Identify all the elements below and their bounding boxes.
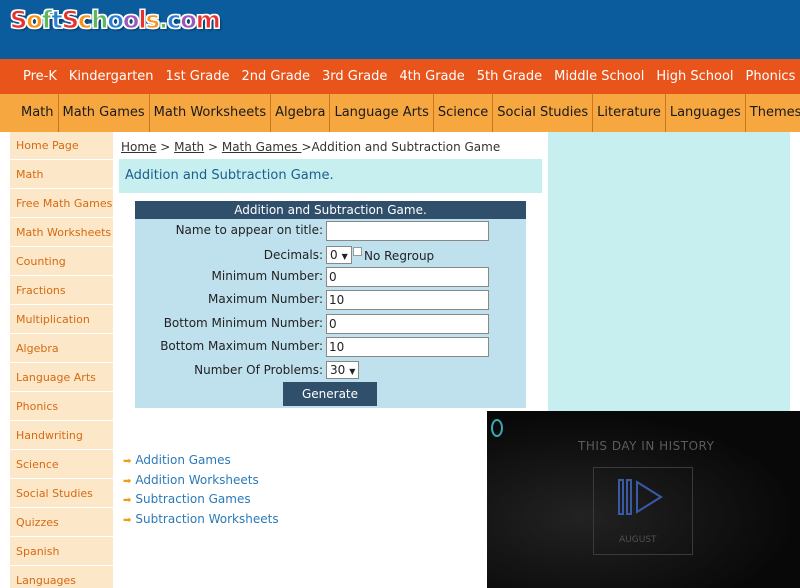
grade-nav-2nd-grade[interactable]: 2nd Grade <box>241 59 310 94</box>
link-addition-worksheets[interactable]: ➡ Addition Worksheets <box>123 471 279 491</box>
sidebar-item-handwriting[interactable]: Handwriting <box>10 422 113 450</box>
max-number-label: Maximum Number: <box>208 292 323 306</box>
subject-nav-math-games[interactable]: Math Games <box>57 94 149 132</box>
breadcrumb-math[interactable]: Math <box>174 140 204 154</box>
grade-nav-5th-grade[interactable]: 5th Grade <box>477 59 542 94</box>
grade-nav-high-school[interactable]: High School <box>656 59 733 94</box>
name-input[interactable] <box>326 221 489 241</box>
sidebar-item-science[interactable]: Science <box>10 451 113 479</box>
grade-nav-1st-grade[interactable]: 1st Grade <box>166 59 230 94</box>
subject-nav-math[interactable]: Math <box>0 94 58 132</box>
grade-nav-3rd-grade[interactable]: 3rd Grade <box>322 59 387 94</box>
subject-nav-language-arts[interactable]: Language Arts <box>329 94 432 132</box>
arrow-right-icon: ➡ <box>123 514 132 526</box>
video-heading: THIS DAY IN HISTORY <box>578 439 715 453</box>
breadcrumb-current: >Addition and Subtraction Game <box>301 140 501 154</box>
sidebar-item-math-worksheets[interactable]: Math Worksheets <box>10 219 113 247</box>
sidebar-item-math[interactable]: Math <box>10 161 113 189</box>
link-addition-games[interactable]: ➡ Addition Games <box>123 451 279 471</box>
bottom-min-input[interactable] <box>326 314 489 334</box>
bottom-min-label: Bottom Minimum Number: <box>163 316 323 330</box>
min-number-label: Minimum Number: <box>211 269 323 283</box>
num-problems-label: Number Of Problems: <box>194 363 323 377</box>
game-settings-form: Addition and Subtraction Game. Name to a… <box>135 201 526 408</box>
bottom-max-label: Bottom Maximum Number: <box>160 339 323 353</box>
grade-nav-pre-k[interactable]: Pre-K <box>23 59 57 94</box>
grade-nav-middle-school[interactable]: Middle School <box>554 59 644 94</box>
subject-nav-languages[interactable]: Languages <box>664 94 745 132</box>
page-title: Addition and Subtraction Game. <box>119 159 542 193</box>
bottom-max-input[interactable] <box>326 337 489 357</box>
form-header: Addition and Subtraction Game. <box>135 201 526 219</box>
link-subtraction-worksheets[interactable]: ➡ Subtraction Worksheets <box>123 510 279 530</box>
softschools-logo[interactable]: SoftSchools.com <box>9 6 221 35</box>
subject-nav-math-worksheets[interactable]: Math Worksheets <box>148 94 270 132</box>
play-icon[interactable] <box>617 474 667 524</box>
sidebar-item-quizzes[interactable]: Quizzes <box>10 509 113 537</box>
chevron-down-icon: ▼ <box>349 367 356 376</box>
subject-nav: Math Math Games Math Worksheets Algebra Lang… <box>0 94 800 132</box>
video-ad-player[interactable]: THIS DAY IN HISTORY AUGUST <box>487 411 800 588</box>
num-problems-select[interactable]: 30 ▼ <box>326 361 360 379</box>
arrow-right-icon: ➡ <box>123 456 132 467</box>
grade-nav-4th-grade[interactable]: 4th Grade <box>399 59 464 94</box>
sidebar-item-social-studies[interactable]: Social Studies <box>10 480 113 508</box>
decimals-select[interactable]: 0 ▼ <box>326 246 352 264</box>
sidebar-item-counting[interactable]: Counting <box>10 248 113 276</box>
subject-nav-literature[interactable]: Literature <box>592 94 665 132</box>
sidebar-item-language-arts[interactable]: Language Arts <box>10 364 113 392</box>
sidebar-item-fractions[interactable]: Fractions <box>10 277 113 305</box>
subject-nav-themes[interactable]: Themes <box>744 94 800 132</box>
sidebar-item-home-page[interactable]: Home Page <box>10 132 113 160</box>
chevron-down-icon: ▼ <box>341 252 348 261</box>
name-label: Name to appear on title: <box>175 223 323 237</box>
grade-nav-phonics[interactable]: Phonics <box>746 59 796 94</box>
site-header: SoftSchools.com <box>0 0 800 59</box>
no-regroup-checkbox[interactable] <box>353 247 362 256</box>
sidebar-item-spanish[interactable]: Spanish <box>10 538 113 566</box>
grade-nav-kindergarten[interactable]: Kindergarten <box>69 59 154 94</box>
decimals-label: Decimals: <box>263 248 323 262</box>
related-links: ➡ Addition Games ➡ Addition Worksheets ➡ Subt… <box>123 451 279 529</box>
sidebar: Home Page Math Free Math Games Math Workshe… <box>10 132 113 588</box>
grade-nav: Pre-K Kindergarten 1st Grade 2nd Grade 3rd G… <box>0 59 800 94</box>
breadcrumb-home[interactable]: Home <box>121 140 156 154</box>
sidebar-item-languages[interactable]: Languages <box>10 567 113 588</box>
player-logo-icon <box>491 419 503 437</box>
arrow-right-icon: ➡ <box>123 475 132 487</box>
arrow-right-icon: ➡ <box>123 495 132 506</box>
subject-nav-algebra[interactable]: Algebra <box>270 94 329 132</box>
breadcrumb: Home > Math > Math Games >Addition and S… <box>121 140 501 154</box>
generate-button[interactable]: Generate <box>283 382 377 406</box>
subject-nav-social-studies[interactable]: Social Studies <box>492 94 592 132</box>
link-subtraction-games[interactable]: ➡ Subtraction Games <box>123 490 279 510</box>
sidebar-item-multiplication[interactable]: Multiplication <box>10 306 113 334</box>
sidebar-item-free-math-games[interactable]: Free Math Games <box>10 190 113 218</box>
sidebar-item-algebra[interactable]: Algebra <box>10 335 113 363</box>
video-month: AUGUST <box>619 535 657 545</box>
min-number-input[interactable] <box>326 267 489 287</box>
subject-nav-science[interactable]: Science <box>432 94 492 132</box>
sidebar-item-phonics[interactable]: Phonics <box>10 393 113 421</box>
max-number-input[interactable] <box>326 290 489 310</box>
right-ad-panel <box>548 132 790 412</box>
breadcrumb-math-games[interactable]: Math Games <box>222 140 302 154</box>
no-regroup-label: No Regroup <box>364 249 435 263</box>
